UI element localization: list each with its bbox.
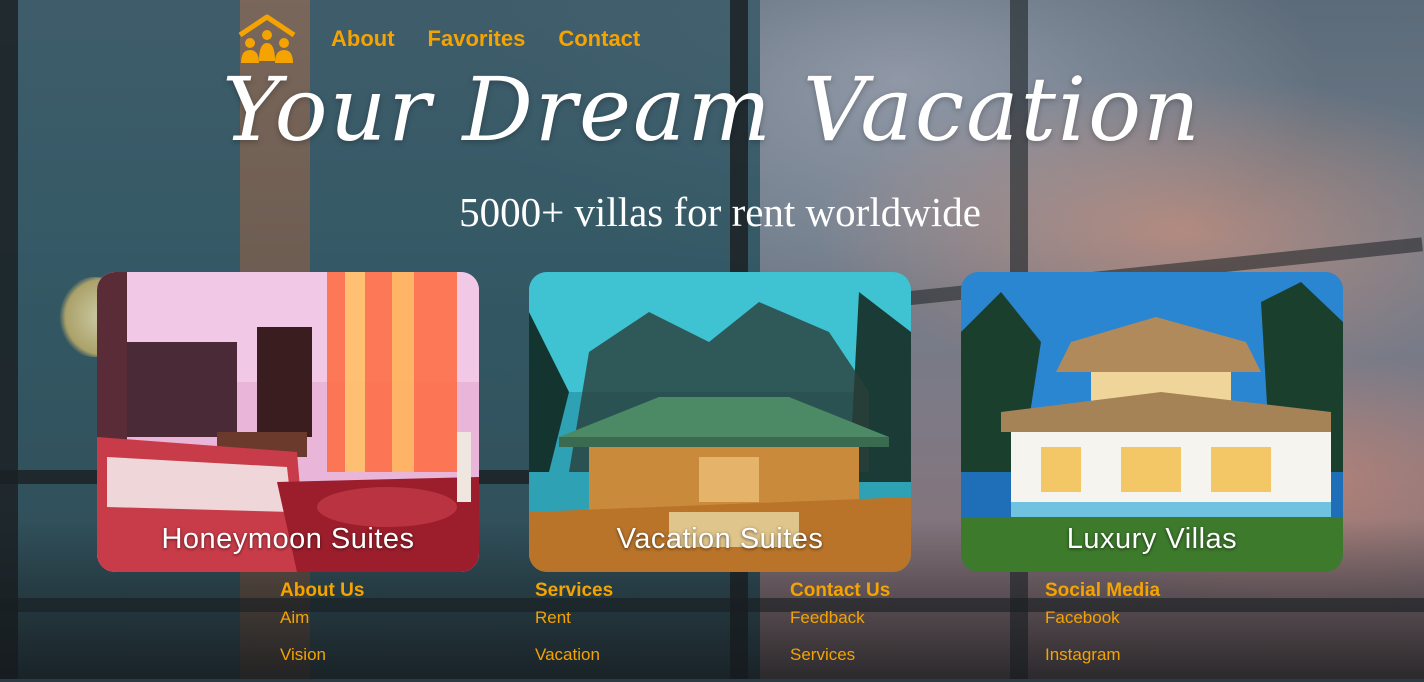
nav-link-favorites[interactable]: Favorites [428, 26, 526, 52]
card-label: Honeymoon Suites [161, 523, 415, 555]
footer-link-instagram[interactable]: Instagram [1045, 645, 1245, 665]
nav-link-about[interactable]: About [331, 26, 395, 52]
hero-title: Your Dream Vacation [222, 58, 1202, 161]
card-label: Vacation Suites [616, 523, 824, 555]
footer-link-vision[interactable]: Vision [280, 645, 535, 665]
footer-heading: About Us [280, 580, 365, 601]
footer-column-contact: Contact Us Feedback Services [790, 580, 1045, 682]
card-honeymoon-suites[interactable]: Honeymoon Suites [97, 272, 479, 572]
card-label: Luxury Villas [1066, 523, 1238, 555]
footer-link-feedback[interactable]: Feedback [790, 608, 1045, 628]
nav-link-contact[interactable]: Contact [558, 26, 640, 52]
footer-column-about: About Us Aim Vision [280, 580, 535, 682]
footer-heading: Contact Us [790, 580, 891, 601]
footer-heading: Services [535, 580, 614, 601]
footer-link-services[interactable]: Services [790, 645, 1045, 665]
footer-link-aim[interactable]: Aim [280, 608, 535, 628]
footer-link-facebook[interactable]: Facebook [1045, 608, 1245, 628]
footer-column-services: Services Rent Vacation [535, 580, 790, 682]
footer-link-vacation[interactable]: Vacation [535, 645, 790, 665]
card-vacation-suites[interactable]: Vacation Suites [529, 272, 911, 572]
footer-heading: Social Media [1045, 580, 1161, 601]
footer: About Us Aim Vision Services Rent Vacati… [280, 580, 1245, 682]
footer-link-rent[interactable]: Rent [535, 608, 790, 628]
card-luxury-villas[interactable]: Luxury Villas [961, 272, 1343, 572]
footer-column-social: Social Media Facebook Instagram [1045, 580, 1245, 682]
hero-subtitle: 5000+ villas for rent worldwide [459, 189, 981, 235]
